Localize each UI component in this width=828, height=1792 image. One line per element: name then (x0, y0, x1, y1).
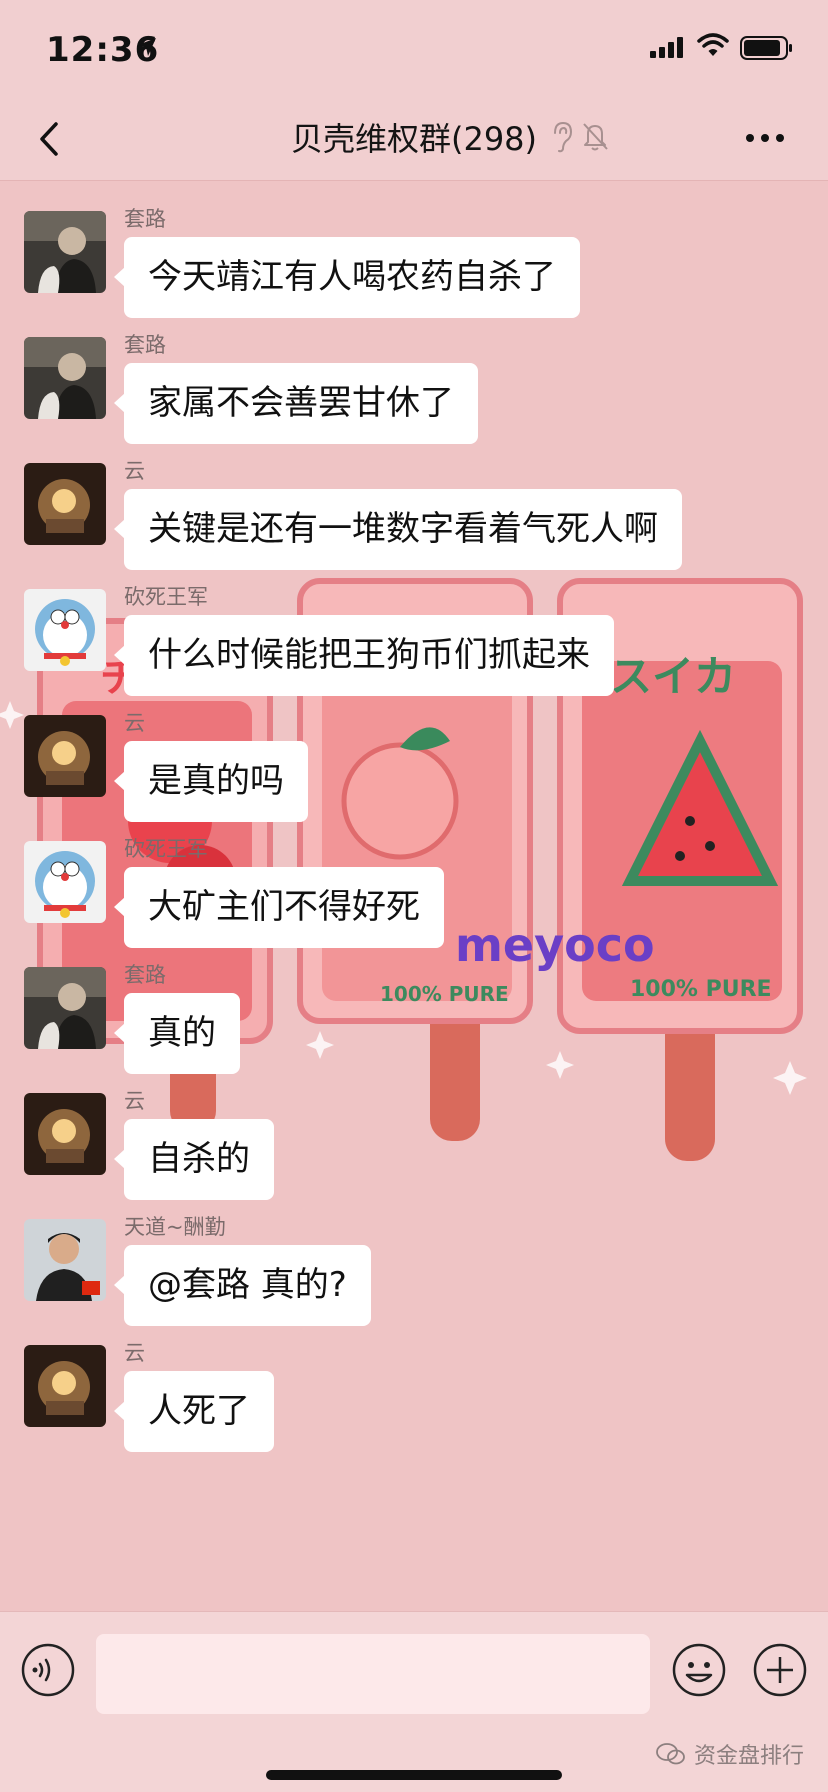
message-input[interactable] (96, 1634, 650, 1714)
message-item: 天道~酬勤 @套路 真的? (0, 1189, 828, 1326)
message-bubble[interactable]: 什么时候能把王狗币们抓起来 (114, 615, 614, 696)
sender-name: 云 (124, 1089, 145, 1113)
message-bubble[interactable]: 人死了 (114, 1371, 274, 1452)
emoji-button[interactable] (671, 1642, 727, 1702)
sender-name: 套路 (124, 207, 166, 231)
message-item: 套路 真的 (0, 937, 828, 1074)
avatar-candle[interactable] (24, 463, 106, 545)
message-bubble[interactable]: @套路 真的? (114, 1245, 371, 1326)
more-functions-button[interactable] (752, 1642, 808, 1702)
chat-header: 贝壳维权群(298) (0, 96, 828, 181)
plus-icon (753, 1643, 807, 1697)
message-item: 砍死王军 什么时候能把王狗币们抓起来 (0, 559, 828, 696)
avatar-man-dark[interactable] (24, 337, 106, 419)
avatar-man-dark[interactable] (24, 211, 106, 293)
watermark-text: 资金盘排行 (693, 1744, 804, 1769)
chat-title: 贝壳维权群(298) (290, 120, 538, 158)
avatar-man-dark[interactable] (24, 967, 106, 1049)
watermark: 资金盘排行 (656, 1738, 804, 1770)
message-item: 套路 今天靖江有人喝农药自杀了 (0, 181, 828, 318)
wechat-logo-icon (656, 1743, 685, 1765)
message-item: 云 是真的吗 (0, 685, 828, 822)
message-bubble[interactable]: 今天靖江有人喝农药自杀了 (114, 237, 580, 318)
avatar-doraemon[interactable] (24, 841, 106, 923)
message-bubble[interactable]: 是真的吗 (114, 741, 308, 822)
more-options-button[interactable] (740, 118, 790, 158)
message-item: 套路 家属不会善罢甘休了 (0, 307, 828, 444)
message-bubble[interactable]: 自杀的 (114, 1119, 274, 1200)
message-item: 云 人死了 (0, 1315, 828, 1452)
message-item: 云 自杀的 (0, 1063, 828, 1200)
avatar-candle[interactable] (24, 1093, 106, 1175)
battery-icon (740, 36, 792, 60)
status-bar: 12:36 (0, 0, 828, 96)
voice-input-button[interactable] (20, 1642, 76, 1702)
message-item: 云 关键是还有一堆数字看着气死人啊 (0, 433, 828, 570)
sender-name: 云 (124, 1341, 145, 1365)
sender-name: 套路 (124, 963, 166, 987)
message-list: 套路 今天靖江有人喝农药自杀了 套路 家属不会善罢甘休了 云 关键是还有一堆数字… (0, 181, 828, 1611)
sender-name: 套路 (124, 333, 166, 357)
message-bubble[interactable]: 家属不会善罢甘休了 (114, 363, 478, 444)
avatar-doraemon[interactable] (24, 589, 106, 671)
ear-icon (554, 121, 573, 153)
input-bar: 资金盘排行 (0, 1611, 828, 1792)
cellular-signal-icon (650, 37, 683, 58)
sender-name: 云 (124, 459, 145, 483)
more-dots-icon (746, 134, 784, 142)
wifi-icon (697, 33, 729, 56)
sender-name: 天道~酬勤 (124, 1215, 226, 1239)
message-bubble[interactable]: 真的 (114, 993, 240, 1074)
message-bubble[interactable]: 关键是还有一堆数字看着气死人啊 (114, 489, 682, 570)
emoji-icon (672, 1643, 726, 1697)
voice-icon (21, 1643, 75, 1697)
avatar-candle[interactable] (24, 1345, 106, 1427)
home-indicator[interactable] (266, 1770, 562, 1780)
message-item: 砍死王军 大矿主们不得好死 (0, 811, 828, 948)
sender-name: 云 (124, 711, 145, 735)
avatar-man-photo[interactable] (24, 1219, 106, 1301)
message-bubble[interactable]: 大矿主们不得好死 (114, 867, 444, 948)
avatar-candle[interactable] (24, 715, 106, 797)
sender-name: 砍死王军 (124, 837, 208, 861)
mute-bell-icon (583, 123, 608, 151)
location-arrow-icon (138, 38, 156, 56)
sender-name: 砍死王军 (124, 585, 208, 609)
